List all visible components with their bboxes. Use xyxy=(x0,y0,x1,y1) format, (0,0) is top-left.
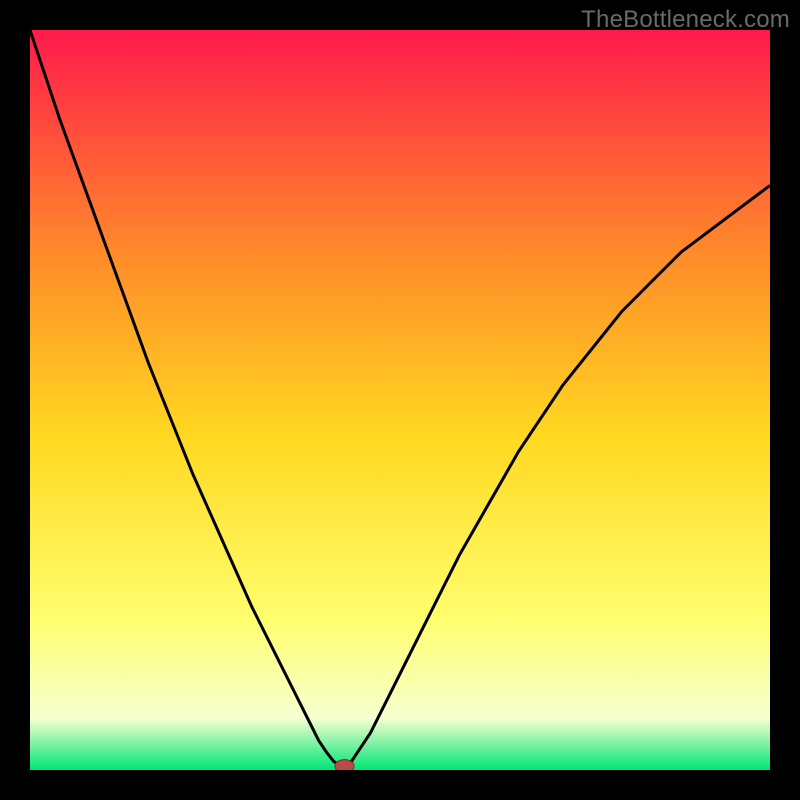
gradient-background xyxy=(30,30,770,770)
chart-frame: TheBottleneck.com xyxy=(0,0,800,800)
plot-area xyxy=(30,30,770,770)
chart-svg xyxy=(30,30,770,770)
optimum-marker xyxy=(335,760,354,770)
